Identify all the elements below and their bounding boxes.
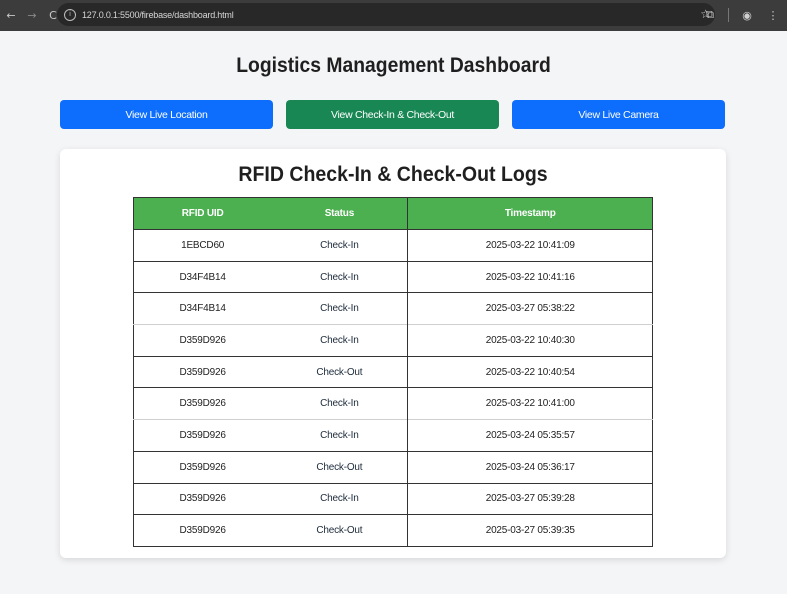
address-bar[interactable]: i 127.0.0.1:5500/firebase/dashboard.html… [57, 3, 715, 26]
page-title: Logistics Management Dashboard [236, 54, 551, 77]
logs-card: RFID Check-In & Check-Out Logs RFID UID … [60, 149, 726, 558]
extensions-icon[interactable]: ⧉ [702, 6, 718, 24]
rfid-uid-cell: D34F4B14 [133, 260, 272, 293]
table-row: D34F4B14 Check-In 2025-03-22 10:41:16 [133, 260, 653, 293]
rfid-uid-cell: 1EBCD60 [133, 229, 272, 262]
timestamp-cell: 2025-03-22 10:41:09 [407, 229, 653, 262]
status-cell: Check-Out [271, 514, 408, 547]
back-arrow-icon[interactable]: ← [2, 7, 20, 25]
status-cell: Check-In [271, 260, 408, 293]
table-row: D359D926 Check-Out 2025-03-27 05:39:35 [133, 514, 653, 547]
rfid-uid-cell: D359D926 [133, 324, 272, 357]
column-header-rfid-uid: RFID UID [133, 197, 272, 230]
logs-title: RFID Check-In & Check-Out Logs [238, 163, 548, 186]
rfid-uid-cell: D359D926 [133, 482, 272, 515]
view-live-camera-button[interactable]: View Live Camera [512, 100, 725, 129]
rfid-uid-cell: D359D926 [133, 514, 272, 547]
browser-actions: ⧉ ◉ ⋮ [702, 6, 781, 24]
profile-icon[interactable]: ◉ [739, 6, 755, 24]
status-cell: Check-In [271, 482, 408, 515]
rfid-uid-cell: D359D926 [133, 450, 272, 483]
toolbar-divider [728, 8, 729, 22]
rfid-uid-cell: D359D926 [133, 387, 272, 420]
status-cell: Check-In [271, 324, 408, 357]
table-row: D359D926 Check-In 2025-03-27 05:39:28 [133, 482, 653, 515]
timestamp-cell: 2025-03-27 05:38:22 [407, 292, 653, 325]
status-cell: Check-Out [271, 355, 408, 388]
status-cell: Check-In [271, 292, 408, 325]
view-checkin-checkout-button[interactable]: View Check-In & Check-Out [286, 100, 499, 129]
dashboard-nav: View Live Location View Check-In & Check… [60, 100, 725, 129]
timestamp-cell: 2025-03-22 10:41:00 [407, 387, 653, 420]
table-row: D359D926 Check-In 2025-03-22 10:40:30 [133, 324, 653, 357]
table-row: D359D926 Check-In 2025-03-22 10:41:00 [133, 387, 653, 420]
timestamp-cell: 2025-03-27 05:39:35 [407, 514, 653, 547]
rfid-uid-cell: D359D926 [133, 419, 272, 452]
status-cell: Check-Out [271, 450, 408, 483]
url-text[interactable]: 127.0.0.1:5500/firebase/dashboard.html [82, 10, 234, 20]
forward-arrow-icon[interactable]: → [23, 7, 41, 25]
table-row: 1EBCD60 Check-In 2025-03-22 10:41:09 [133, 229, 653, 262]
logs-table: RFID UID Status Timestamp 1EBCD60 Check-I… [133, 197, 653, 547]
table-row: D359D926 Check-Out 2025-03-22 10:40:54 [133, 355, 653, 388]
rfid-uid-cell: D34F4B14 [133, 292, 272, 325]
table-row: D359D926 Check-In 2025-03-24 05:35:57 [133, 419, 653, 452]
timestamp-cell: 2025-03-22 10:41:16 [407, 260, 653, 293]
table-row: D34F4B14 Check-In 2025-03-27 05:38:22 [133, 292, 653, 325]
status-cell: Check-In [271, 229, 408, 262]
timestamp-cell: 2025-03-24 05:35:57 [407, 419, 653, 452]
timestamp-cell: 2025-03-27 05:39:28 [407, 482, 653, 515]
status-cell: Check-In [271, 387, 408, 420]
rfid-uid-cell: D359D926 [133, 355, 272, 388]
column-header-timestamp: Timestamp [407, 197, 653, 230]
status-cell: Check-In [271, 419, 408, 452]
table-row: D359D926 Check-Out 2025-03-24 05:36:17 [133, 450, 653, 483]
menu-dots-icon[interactable]: ⋮ [765, 6, 781, 24]
column-header-status: Status [271, 197, 408, 230]
timestamp-cell: 2025-03-22 10:40:30 [407, 324, 653, 357]
table-header-row: RFID UID Status Timestamp [133, 197, 653, 230]
timestamp-cell: 2025-03-24 05:36:17 [407, 450, 653, 483]
site-info-icon[interactable]: i [64, 8, 76, 21]
timestamp-cell: 2025-03-22 10:40:54 [407, 355, 653, 388]
view-live-location-button[interactable]: View Live Location [60, 100, 273, 129]
browser-toolbar: ← → C i 127.0.0.1:5500/firebase/dashboar… [0, 0, 787, 31]
